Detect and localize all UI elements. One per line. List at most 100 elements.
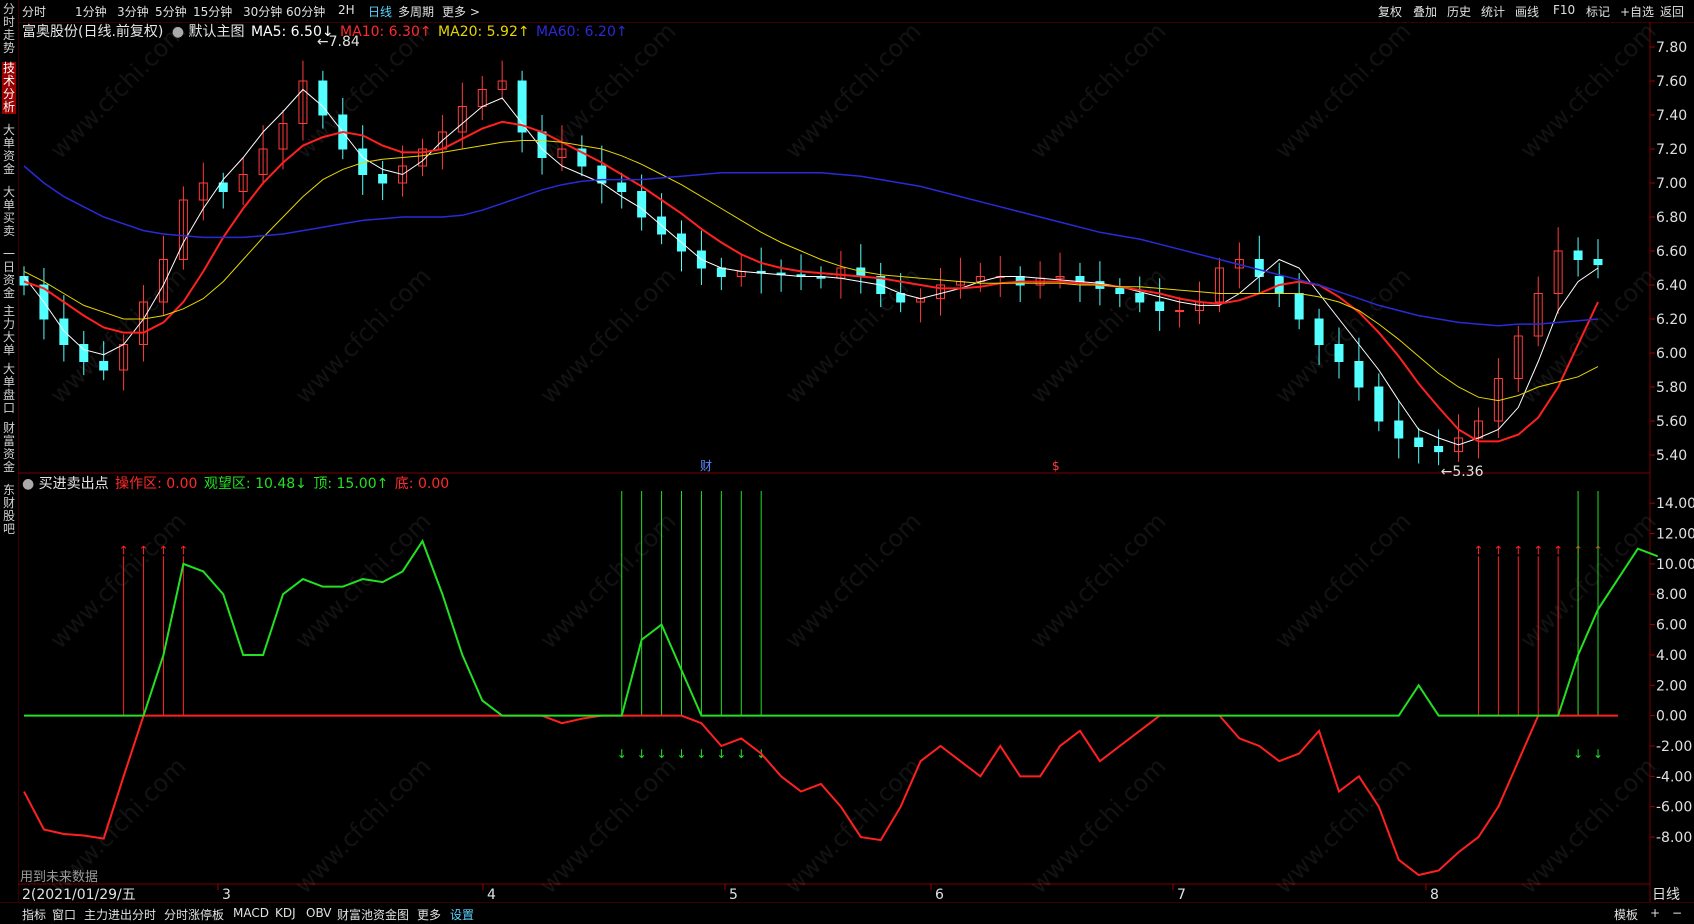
price-label: 5.60 xyxy=(1656,414,1687,430)
settings-icon[interactable]: ● xyxy=(172,24,184,40)
sell-arrow: ↓ xyxy=(1573,747,1583,761)
candle-down xyxy=(1593,259,1603,266)
watermark: www.cfchi.com xyxy=(779,507,926,654)
bottom-tab-5[interactable]: KDJ xyxy=(275,906,296,920)
watch-line xyxy=(24,538,1659,717)
candle-down xyxy=(1573,250,1583,260)
bottom-tab-9[interactable]: 设置 xyxy=(450,906,474,923)
sell-arrow: ↓ xyxy=(716,747,726,761)
operate-value: 操作区: 0.00 xyxy=(115,476,198,492)
bottom-tabbar: 指标 窗口 主力进出分时 分时涨停板 MACD KDJ OBV 财富池资金图 更多 设置 模板 + − xyxy=(0,902,1694,924)
sub-label: -6.00 xyxy=(1656,800,1692,816)
sell-arrow: ↓ xyxy=(696,747,706,761)
ma60-value: MA60: 6.20↑ xyxy=(536,24,628,40)
candle-down xyxy=(1294,293,1304,320)
low-annotation: ←5.36 xyxy=(1441,464,1484,480)
buy-arrow: ↑ xyxy=(1553,543,1563,557)
buy-arrow: ↑ xyxy=(158,543,168,557)
period-label: 日线 xyxy=(1652,887,1680,903)
bottom-tab-4[interactable]: MACD xyxy=(233,906,269,920)
watermark: www.cfchi.com xyxy=(1024,17,1171,164)
candle-down xyxy=(1394,420,1404,439)
candle-down xyxy=(378,174,388,184)
sub-label: 12.00 xyxy=(1656,527,1694,543)
price-label: 6.00 xyxy=(1656,346,1687,362)
bottom-right-1[interactable]: + xyxy=(1650,906,1660,920)
ma5-value: MA5: 6.50↓ xyxy=(250,24,334,40)
sell-arrow: ↓ xyxy=(637,747,647,761)
bottom-tab-7[interactable]: 财富池资金图 xyxy=(337,906,409,923)
time-label-month: 3 xyxy=(222,887,231,903)
buy-arrow: ↑ xyxy=(178,543,188,557)
candle-down xyxy=(1354,361,1364,388)
time-label-month: 4 xyxy=(487,887,496,903)
watermark: www.cfchi.com xyxy=(534,262,681,409)
sub-indicator-name[interactable]: 买进卖出点 xyxy=(39,476,109,492)
bottom-right-0[interactable]: 模板 xyxy=(1614,906,1638,923)
candle-down xyxy=(1155,301,1165,311)
candle-down xyxy=(59,318,69,345)
price-label: 7.80 xyxy=(1656,40,1687,56)
watermark: www.cfchi.com xyxy=(1024,752,1171,899)
sub-label: 8.00 xyxy=(1656,587,1687,603)
buy-arrow: ↑ xyxy=(119,543,129,557)
time-label-month: 7 xyxy=(1177,887,1186,903)
buy-arrow: ↑ xyxy=(139,543,149,557)
watermark: www.cfchi.com xyxy=(1024,507,1171,654)
bottom-tab-8[interactable]: 更多 xyxy=(417,906,441,923)
bottom-right-2[interactable]: − xyxy=(1672,906,1682,920)
sub-label: 4.00 xyxy=(1656,648,1687,664)
price-label: 6.20 xyxy=(1656,312,1687,328)
buy-arrow: ↑ xyxy=(1493,543,1503,557)
sell-arrow: ↓ xyxy=(736,747,746,761)
price-label: 6.60 xyxy=(1656,244,1687,260)
price-label: 7.40 xyxy=(1656,108,1687,124)
time-label-first: 2(2021/01/29/五 xyxy=(22,887,136,903)
sell-arrow: ↓ xyxy=(676,747,686,761)
top-value: 顶: 15.00↑ xyxy=(313,476,389,492)
price-label: 7.20 xyxy=(1656,142,1687,158)
buy-arrow: ↑ xyxy=(1473,543,1483,557)
time-label-month: 8 xyxy=(1430,887,1439,903)
candle-down xyxy=(1075,276,1085,283)
bottom-tab-3[interactable]: 分时涨停板 xyxy=(164,906,224,923)
watermark: www.cfchi.com xyxy=(779,17,926,164)
bottom-tab-1[interactable]: 窗口 xyxy=(52,906,76,923)
kline-chart[interactable]: www.cfchi.com www.cfchi.com www.cfchi.com w… xyxy=(0,0,1694,923)
sub-label: 6.00 xyxy=(1656,618,1687,634)
ma10-value: MA10: 6.30↑ xyxy=(340,24,432,40)
time-label-month: 6 xyxy=(935,887,944,903)
sub-label: -8.00 xyxy=(1656,830,1692,846)
sub-legend: ● 买进卖出点 操作区: 0.00 观望区: 10.48↓ 顶: 15.00↑ … xyxy=(22,473,449,493)
watermark: www.cfchi.com xyxy=(1269,752,1416,899)
sell-arrow: ↓ xyxy=(617,747,627,761)
indicator-name[interactable]: 默认主图 xyxy=(189,24,245,40)
main-legend: 富奥股份(日线.前复权) ● 默认主图 MA5: 6.50↓ MA10: 6.3… xyxy=(22,21,628,41)
bottom-tab-2[interactable]: 主力进出分时 xyxy=(84,906,156,923)
price-label: 6.80 xyxy=(1656,210,1687,226)
candle-down xyxy=(99,361,109,371)
watermark: www.cfchi.com xyxy=(1269,507,1416,654)
watermark: www.cfchi.com xyxy=(1269,17,1416,164)
stock-name: 富奥股份(日线.前复权) xyxy=(22,24,164,40)
bottom-value: 底: 0.00 xyxy=(394,476,450,492)
candle-down xyxy=(1334,344,1344,362)
settings-icon[interactable]: ● xyxy=(22,476,34,492)
watermark: www.cfchi.com xyxy=(289,752,436,899)
watermark: www.cfchi.com xyxy=(534,752,681,899)
candle-down xyxy=(896,293,906,303)
finance-marker: $ xyxy=(1052,459,1060,473)
watch-value: 观望区: 10.48↓ xyxy=(203,476,307,492)
watermark: www.cfchi.com xyxy=(1514,752,1661,899)
sell-arrow: ↓ xyxy=(657,747,667,761)
price-label: 7.00 xyxy=(1656,176,1687,192)
bottom-tab-6[interactable]: OBV xyxy=(306,906,332,920)
ma20-value: MA20: 5.92↑ xyxy=(438,24,530,40)
watermark: www.cfchi.com xyxy=(289,507,436,654)
bottom-tab-0[interactable]: 指标 xyxy=(22,906,46,923)
candle-down xyxy=(1414,437,1424,447)
sub-label: -4.00 xyxy=(1656,769,1692,785)
finance-marker: 财 xyxy=(700,459,712,473)
price-label: 6.40 xyxy=(1656,278,1687,294)
sub-label: 10.00 xyxy=(1656,557,1694,573)
